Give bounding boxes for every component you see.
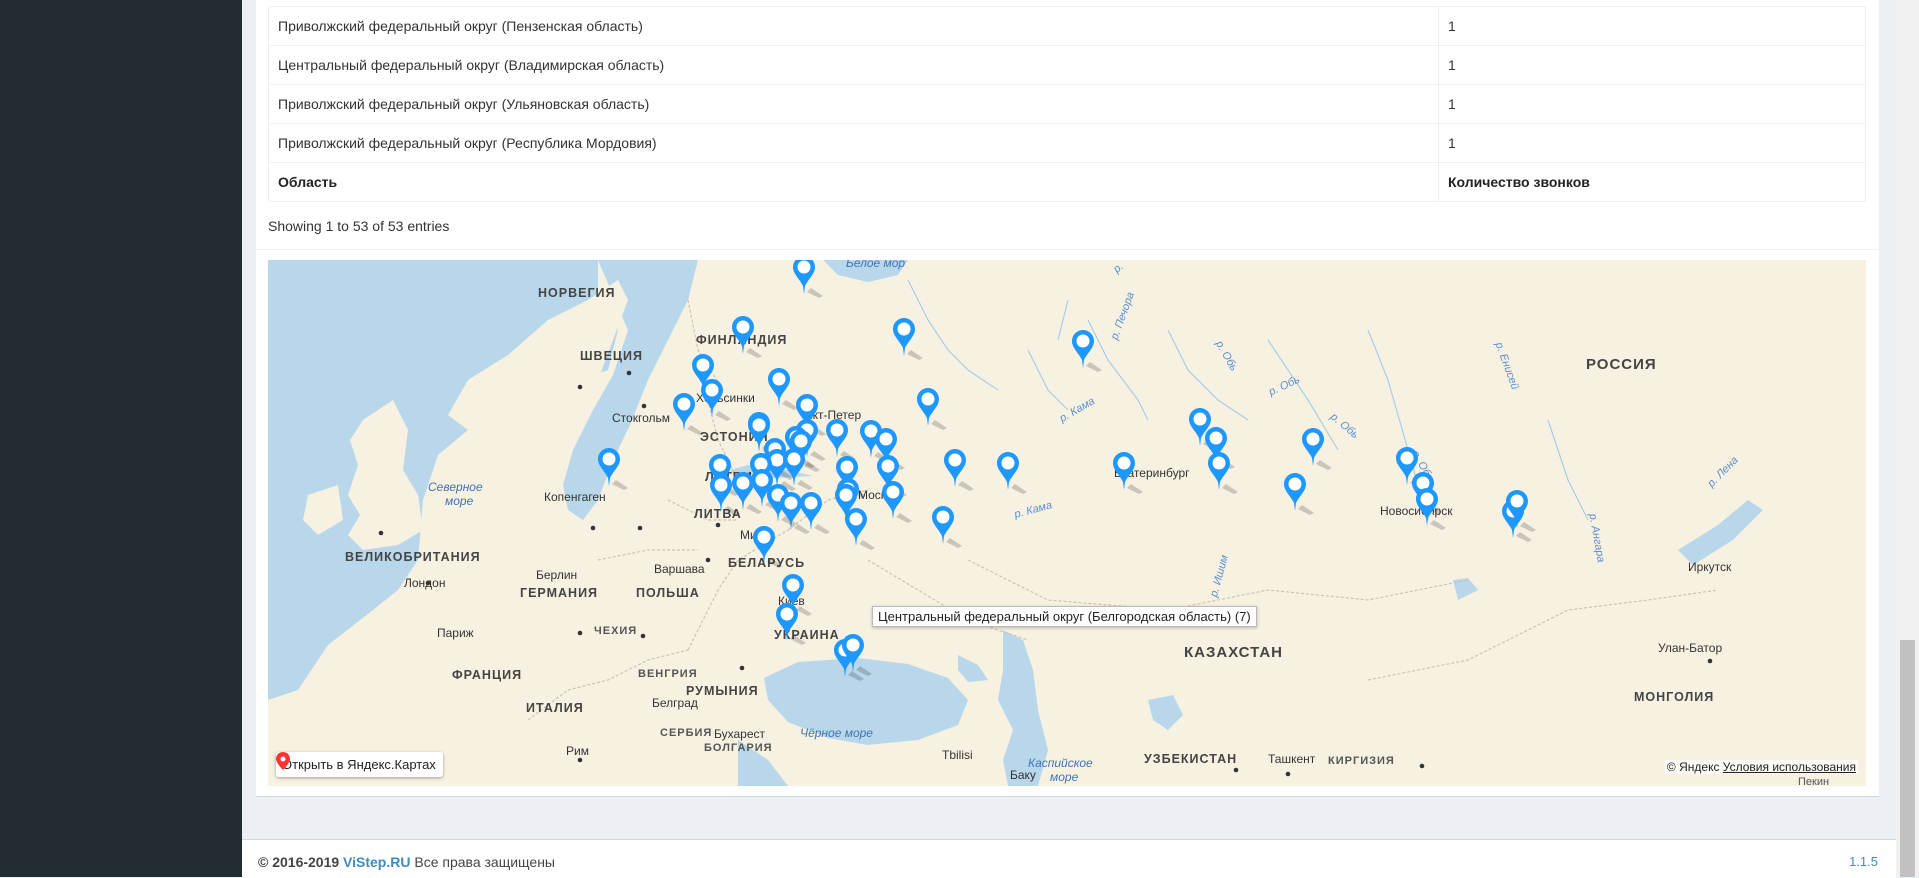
map-label: Баку — [1010, 768, 1036, 782]
map-pin-icon — [276, 752, 290, 770]
map-label: ВЕНГРИЯ — [638, 668, 698, 680]
footer-brand-link[interactable]: ViStep.RU — [343, 854, 410, 870]
map-label: Белград — [652, 696, 698, 710]
divider — [256, 249, 1879, 250]
map-label: Ташкент — [1268, 752, 1316, 766]
map-label: Стокгольм — [612, 411, 670, 425]
table-box: Приволжский федеральный округ (Пензенска… — [256, 0, 1879, 797]
regions-table: Приволжский федеральный округ (Пензенска… — [268, 6, 1866, 202]
map-label: ПОЛЬША — [636, 586, 700, 600]
column-header-region[interactable]: Область — [268, 162, 1439, 202]
footer-copyright: © 2016-2019 ViStep.RU Все права защищены — [258, 854, 555, 870]
map-placemark-icon[interactable] — [598, 448, 628, 492]
page-footer: © 2016-2019 ViStep.RU Все права защищены… — [242, 839, 1896, 878]
map-label: Копенгаген — [544, 490, 606, 504]
map-placemark-icon[interactable] — [893, 318, 923, 362]
map-placemark-icon[interactable] — [732, 472, 762, 516]
region-cell: Приволжский федеральный округ (Ульяновск… — [268, 84, 1439, 124]
map-label: море — [445, 494, 474, 508]
map-label: Пекин — [1798, 776, 1830, 786]
map-background — [268, 260, 1763, 786]
map-label: Каспийское — [1028, 756, 1093, 770]
table-row: Приволжский федеральный округ (Пензенска… — [268, 6, 1866, 46]
map-label: Рим — [566, 744, 589, 758]
map-placemark-icon[interactable] — [701, 379, 731, 423]
map-label: СЕРБИЯ — [660, 727, 713, 739]
map-placemark-icon[interactable] — [842, 634, 872, 678]
calls-cell: 1 — [1438, 84, 1866, 124]
map-label: КИРГИЗИЯ — [1328, 755, 1395, 767]
map-label: Улан-Батор — [1658, 641, 1723, 655]
map-placemark-icon[interactable] — [673, 393, 703, 437]
marker-tooltip: Центральный федеральный округ (Белгородс… — [872, 606, 1257, 627]
map-placemark-icon[interactable] — [1072, 330, 1102, 374]
map-label: ГЕРМАНИЯ — [520, 586, 599, 600]
map-label: РОССИЯ — [1586, 356, 1657, 373]
map-label: море — [1050, 770, 1079, 784]
map-placemark-icon[interactable] — [1416, 488, 1446, 532]
map-label: ВЕЛИКОБРИТАНИЯ — [345, 550, 481, 564]
map-placemark-icon[interactable] — [1113, 452, 1143, 496]
map-label: КАЗАХСТАН — [1184, 644, 1283, 661]
map-label: Лондон — [404, 576, 446, 590]
region-cell: Центральный федеральный округ (Владимирс… — [268, 45, 1439, 85]
map-placemark-icon[interactable] — [882, 481, 912, 525]
map-placemark-icon[interactable] — [1302, 428, 1332, 472]
map-label: Чёрное море — [800, 726, 873, 740]
map-label: Северное — [428, 480, 483, 494]
sidebar — [0, 0, 242, 877]
map-label: БОЛГАРИЯ — [704, 742, 773, 754]
copyright-brand: © Яндекс — [1666, 760, 1720, 774]
map-label: ФРАНЦИЯ — [452, 668, 523, 682]
map-placemark-icon[interactable] — [932, 506, 962, 550]
map-placemark-icon[interactable] — [753, 526, 783, 570]
calls-cell: 1 — [1438, 123, 1866, 163]
map-placemark-icon[interactable] — [1208, 452, 1238, 496]
region-cell: Приволжский федеральный округ (Пензенска… — [268, 6, 1439, 46]
map-label: Tbilisi — [942, 748, 973, 762]
map-placemark-icon[interactable] — [776, 603, 806, 647]
map-label: ШВЕЦИЯ — [580, 349, 644, 363]
map-label: Бухарест — [714, 727, 765, 741]
app-version: 1.1.5 — [1849, 854, 1878, 869]
map-label: УЗБЕКИСТАН — [1144, 752, 1238, 766]
calls-cell: 1 — [1438, 6, 1866, 46]
scrollbar-thumb[interactable] — [1900, 640, 1915, 877]
map-label: Варшава — [654, 562, 705, 576]
column-header-calls[interactable]: Количество звонков — [1438, 162, 1866, 202]
map-placemark-icon[interactable] — [1506, 490, 1536, 534]
map-label: МОНГОЛИЯ — [1634, 690, 1715, 704]
map-label: ЧЕХИЯ — [594, 625, 638, 637]
calls-cell: 1 — [1438, 45, 1866, 85]
map-placemark-icon[interactable] — [997, 452, 1027, 496]
map-placemark-icon[interactable] — [944, 449, 974, 493]
map-label: ИТАЛИЯ — [526, 701, 584, 715]
map-placemark-icon[interactable] — [917, 388, 947, 432]
table-row: Центральный федеральный округ (Владимирс… — [268, 45, 1866, 85]
table-row: Приволжский федеральный округ (Ульяновск… — [268, 84, 1866, 124]
footer-years: © 2016-2019 — [258, 854, 340, 870]
table-row: Приволжский федеральный округ (Республик… — [268, 123, 1866, 163]
terms-of-use-link[interactable]: Условия использования — [1723, 760, 1856, 774]
map-label: Париж — [437, 626, 474, 640]
map-placemark-icon[interactable] — [732, 316, 762, 360]
map-placemark-icon[interactable] — [793, 260, 823, 300]
map-copyright: © Яндекс Условия использования — [1664, 760, 1858, 774]
map-placemark-icon[interactable] — [800, 492, 830, 536]
table-info: Showing 1 to 53 of 53 entries — [268, 218, 450, 234]
table-footer-header: Область Количество звонков — [268, 162, 1866, 202]
open-in-yandex-maps-button[interactable]: Открыть в Яндекс.Картах — [276, 752, 443, 777]
map-label: Берлин — [536, 568, 578, 582]
footer-rights: Все права защищены — [414, 854, 555, 870]
yandex-map[interactable]: НОРВЕГИЯ ФИНЛЯНДИЯ ШВЕЦИЯ Хельсинки Сток… — [268, 260, 1866, 786]
map-label: НОРВЕГИЯ — [538, 286, 616, 300]
map-label: Белое мор — [846, 260, 906, 270]
map-placemark-icon[interactable] — [1284, 473, 1314, 517]
content-wrapper: Приволжский федеральный округ (Пензенска… — [242, 0, 1896, 877]
region-cell: Приволжский федеральный округ (Республик… — [268, 123, 1439, 163]
open-in-yandex-maps-label: Открыть в Яндекс.Картах — [282, 757, 436, 772]
map-placemark-icon[interactable] — [768, 368, 798, 412]
map-label: Иркутск — [1688, 560, 1732, 574]
map-placemark-icon[interactable] — [845, 508, 875, 552]
